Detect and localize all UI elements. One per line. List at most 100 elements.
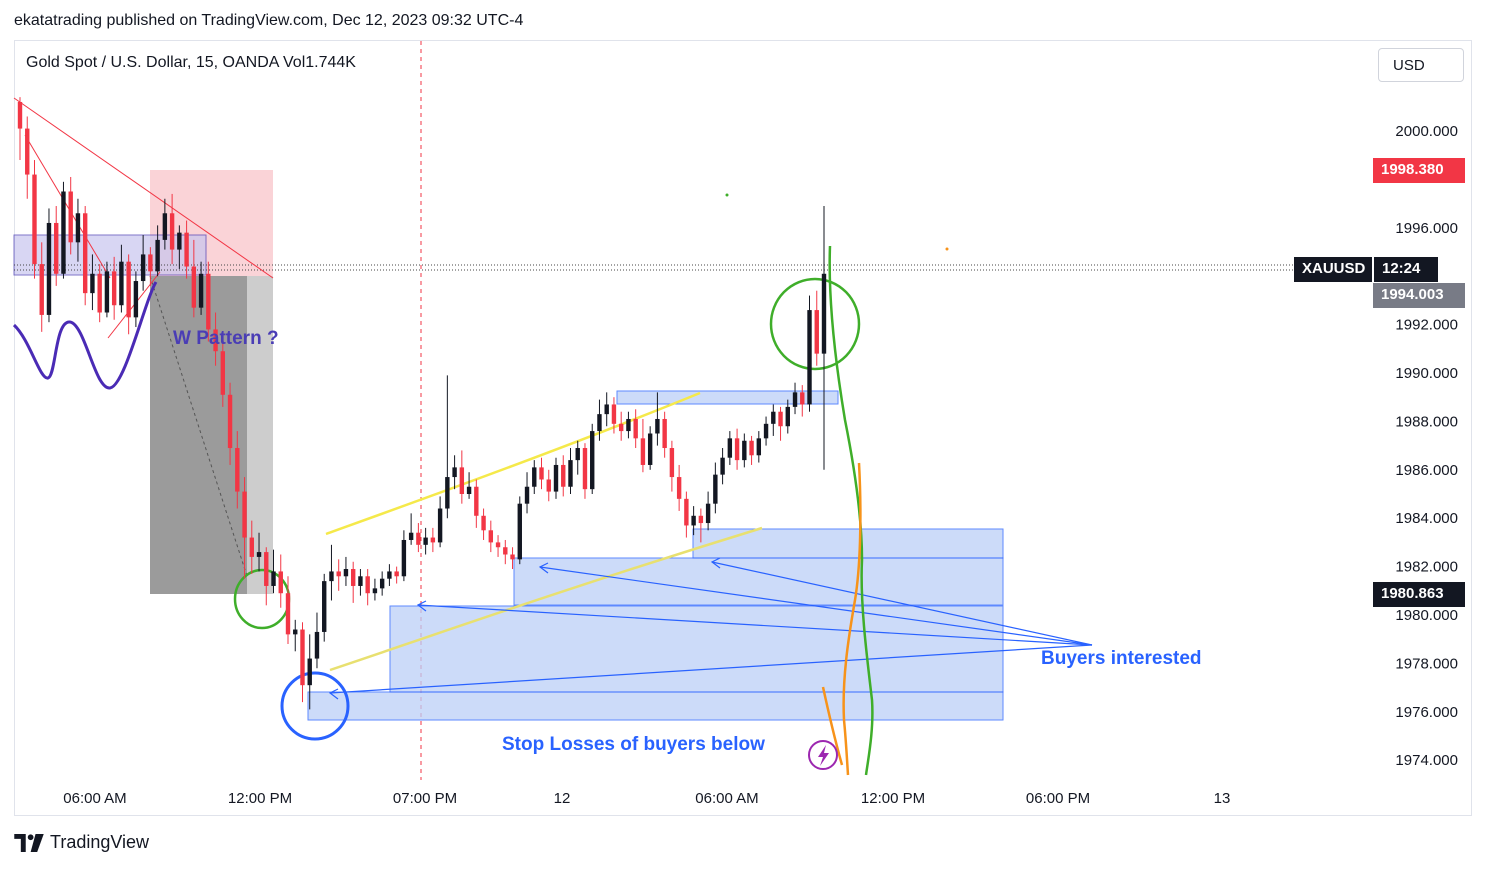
orange-dot — [945, 247, 949, 251]
candle — [466, 472, 472, 499]
buyers-interested-label: Buyers interested — [1041, 648, 1202, 669]
candle — [734, 428, 740, 470]
candle — [727, 431, 733, 465]
y-tick-label: 1980.000 — [1395, 607, 1458, 624]
candle — [800, 385, 805, 417]
stop-losses-label: Stop Losses of buyers below — [502, 734, 765, 755]
price-tag-red: 1998.380 — [1373, 158, 1465, 183]
y-tick-label: 1976.000 — [1395, 704, 1458, 721]
candle — [372, 578, 378, 601]
candle — [423, 527, 428, 555]
candle — [365, 569, 370, 606]
x-tick-label: 06:00 AM — [695, 790, 758, 807]
y-tick-label: 1982.000 — [1395, 559, 1458, 576]
x-tick-label: 12:00 PM — [228, 790, 292, 807]
candle — [546, 469, 551, 502]
countdown-tag: 12:24 — [1374, 257, 1438, 282]
candle — [350, 561, 356, 603]
demand-zone-bottom — [307, 691, 1004, 721]
price-chart[interactable]: 2000.000 1996.000 1992.000 1990.000 1988.000… — [0, 0, 1487, 870]
candle — [343, 556, 349, 586]
x-tick-label: 12 — [554, 790, 571, 807]
candle — [669, 440, 675, 492]
x-tick-label: 07:00 PM — [393, 790, 457, 807]
candle — [575, 440, 580, 475]
candle — [488, 520, 494, 553]
candle — [329, 544, 334, 601]
candle — [742, 433, 747, 468]
supply-zone-small — [616, 390, 839, 405]
candle — [647, 426, 653, 470]
candle — [524, 472, 530, 514]
candle — [459, 450, 465, 504]
x-tick-label: 06:00 PM — [1026, 790, 1090, 807]
x-tick-label: 13 — [1214, 790, 1231, 807]
candle — [387, 564, 392, 586]
w-pattern-label: W Pattern ? — [173, 328, 279, 349]
candle — [582, 443, 588, 499]
candle — [705, 491, 711, 531]
candle — [618, 411, 624, 441]
price-tag-black: 1980.863 — [1373, 582, 1465, 607]
candle — [126, 254, 131, 335]
candle — [814, 290, 819, 366]
candle — [322, 573, 327, 642]
candle — [821, 206, 827, 470]
candle — [32, 160, 37, 279]
y-tick-label: 1990.000 — [1395, 365, 1458, 382]
candle — [379, 571, 385, 596]
candle — [300, 622, 305, 703]
candle — [495, 535, 501, 557]
candle — [662, 411, 667, 458]
candle — [408, 513, 414, 545]
candle — [394, 566, 399, 584]
candle — [517, 496, 522, 565]
candle — [336, 559, 341, 591]
candle — [481, 508, 486, 540]
candle — [430, 527, 436, 553]
y-tick-label: 1988.000 — [1395, 413, 1458, 430]
candle — [778, 406, 783, 441]
candle — [633, 409, 638, 449]
x-tick-label: 06:00 AM — [63, 790, 126, 807]
currency-selector[interactable]: USD — [1378, 48, 1464, 82]
candle — [133, 271, 139, 328]
candle — [720, 448, 725, 485]
green-dot — [725, 193, 729, 197]
y-tick-label: 1986.000 — [1395, 462, 1458, 479]
candle — [807, 295, 812, 412]
candle — [61, 181, 66, 279]
tradingview-logo-icon — [14, 833, 44, 852]
candle — [785, 399, 790, 434]
candle — [640, 418, 646, 473]
price-axis: 2000.000 1996.000 1992.000 1990.000 1988.000… — [1395, 123, 1458, 769]
demand-zone-top — [692, 528, 1004, 559]
candle — [293, 619, 298, 652]
symbol-legend[interactable]: Gold Spot / U.S. Dollar, 15, OANDA Vol1.… — [26, 54, 356, 72]
candle — [474, 479, 479, 528]
candle — [749, 435, 754, 465]
candle — [452, 455, 457, 490]
candle — [539, 457, 544, 490]
candle — [264, 547, 269, 606]
candle — [17, 97, 23, 161]
x-tick-label: 12:00 PM — [861, 790, 925, 807]
candle — [676, 464, 682, 511]
tradingview-footer: TradingView — [14, 832, 149, 853]
y-tick-label: 1996.000 — [1395, 220, 1458, 237]
candle — [278, 554, 283, 608]
y-tick-label: 2000.000 — [1395, 123, 1458, 140]
candle — [604, 392, 609, 427]
candle — [756, 431, 762, 463]
candle — [25, 116, 30, 199]
candle — [553, 457, 559, 499]
candle — [503, 539, 508, 565]
y-tick-label: 1978.000 — [1395, 655, 1458, 672]
candle — [82, 206, 88, 306]
candle — [792, 382, 798, 415]
candle — [713, 462, 718, 514]
candle — [561, 455, 566, 497]
price-tag-gray: 1994.003 — [1373, 283, 1465, 308]
short-position-stop — [150, 276, 247, 594]
y-tick-label: 1974.000 — [1395, 752, 1458, 769]
